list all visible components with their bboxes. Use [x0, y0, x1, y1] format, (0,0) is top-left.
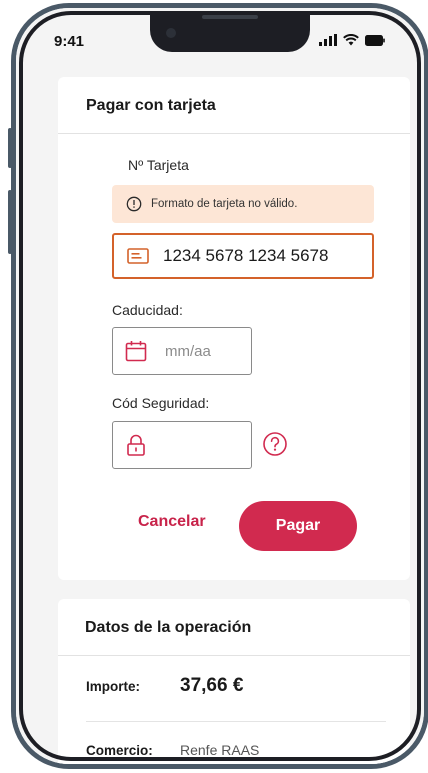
calendar-icon: [125, 340, 147, 362]
status-icons: [319, 34, 385, 46]
amount-value: 37,66 €: [180, 675, 244, 696]
phone-frame: 9:41 Pagar con tarjeta Nº Tarjeta Format…: [11, 3, 428, 769]
operation-title: Datos de la operación: [58, 599, 410, 656]
cancel-button[interactable]: Cancelar: [138, 513, 206, 531]
payment-card: Pagar con tarjeta Nº Tarjeta Formato de …: [58, 77, 410, 580]
wifi-icon: [343, 34, 359, 46]
expiry-label: Caducidad:: [112, 302, 183, 318]
credit-card-icon: [127, 248, 149, 264]
signal-icon: [319, 34, 337, 46]
battery-icon: [365, 34, 385, 46]
error-banner: Formato de tarjeta no válido.: [112, 185, 374, 223]
operation-card: Datos de la operación Importe: 37,66 € C…: [58, 599, 410, 764]
status-time: 9:41: [54, 33, 85, 50]
camera: [166, 28, 176, 38]
lock-icon: [126, 434, 146, 456]
speaker: [202, 15, 258, 19]
error-message: Formato de tarjeta no válido.: [151, 198, 298, 210]
notch: [150, 14, 310, 52]
card-number-value: 1234 5678 1234 5678: [163, 246, 329, 265]
question-circle-icon[interactable]: [262, 431, 288, 457]
merchant-value: Renfe RAAS: [180, 742, 260, 758]
operation-divider: [86, 721, 386, 722]
pay-button[interactable]: Pagar: [239, 501, 357, 551]
payment-title: Pagar con tarjeta: [58, 77, 410, 134]
screen: 9:41 Pagar con tarjeta Nº Tarjeta Format…: [16, 8, 424, 764]
amount-row: Importe: 37,66 €: [86, 675, 243, 697]
expiry-placeholder: mm/aa: [165, 342, 211, 360]
card-number-input[interactable]: 1234 5678 1234 5678: [112, 233, 374, 279]
expiry-input[interactable]: mm/aa: [112, 327, 252, 375]
info-circle-icon: [126, 196, 142, 212]
amount-label: Importe:: [86, 679, 140, 694]
security-code-input[interactable]: [112, 421, 252, 469]
security-label: Cód Seguridad:: [112, 395, 210, 411]
card-number-label: Nº Tarjeta: [128, 157, 189, 173]
merchant-label: Comercio:: [86, 743, 153, 758]
merchant-row: Comercio: Renfe RAAS: [86, 742, 259, 758]
